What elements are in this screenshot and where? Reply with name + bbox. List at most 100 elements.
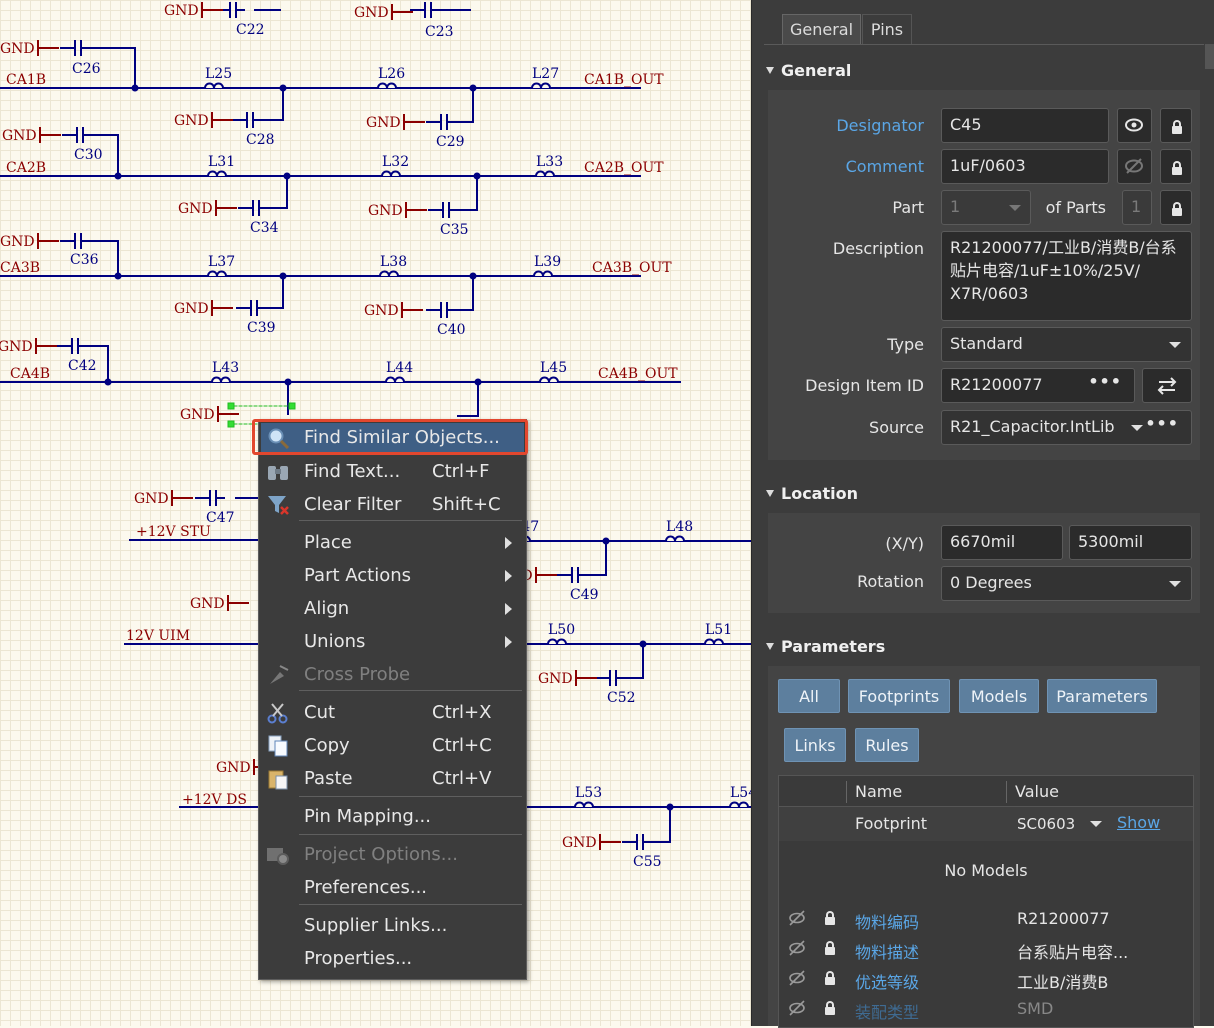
description-field[interactable]: R21200077/工业B/消费B/台系 贴片电容/1uF±10%/25V/ X… <box>941 231 1192 321</box>
parameters-table: Name Value Footprint SC0603 Show No Mode… <box>778 775 1194 1028</box>
menu-item-unions[interactable]: Unions <box>261 627 524 657</box>
footprint-value: SC0603 <box>1017 815 1076 833</box>
y-field[interactable]: 5300mil <box>1069 525 1192 560</box>
part-select[interactable]: 1 <box>941 190 1031 225</box>
comment-field[interactable]: 1uF/0603 <box>941 149 1109 184</box>
of-parts-label: of Parts <box>1045 198 1106 217</box>
parameter-row[interactable]: 优选等级 工业B/消费B <box>779 964 1193 994</box>
column-divider <box>1006 781 1007 803</box>
comment-visibility-button[interactable] <box>1117 149 1152 184</box>
section-location-header[interactable]: Location <box>766 484 858 503</box>
gnd-label: GND <box>538 671 573 687</box>
menu-item-part-actions[interactable]: Part Actions <box>261 561 524 591</box>
source-select[interactable]: R21_Capacitor.IntLib ••• <box>941 410 1192 445</box>
chevron-down-icon[interactable] <box>1090 821 1102 827</box>
capacitor-label: C23 <box>425 24 454 40</box>
eye-hidden-icon[interactable] <box>787 968 807 988</box>
section-parameters-header[interactable]: Parameters <box>766 637 885 656</box>
of-parts-field: 1 <box>1122 190 1152 225</box>
parameter-row[interactable]: 物料编码 R21200077 <box>779 904 1193 934</box>
column-header-name[interactable]: Name <box>855 782 902 801</box>
filter-parameters-button[interactable]: Parameters <box>1047 679 1157 713</box>
menu-item-paste[interactable]: Paste Ctrl+V <box>261 764 524 794</box>
eye-hidden-icon[interactable] <box>787 908 807 928</box>
parameter-row[interactable]: 装配类型 SMD <box>779 994 1193 1024</box>
design-item-id-field[interactable]: R21200077 ••• <box>941 368 1135 403</box>
inductor-symbol <box>203 82 225 90</box>
more-icon[interactable]: ••• <box>1088 372 1122 391</box>
inductor-symbol <box>573 801 595 809</box>
menu-item-label: Supplier Links... <box>304 915 448 936</box>
parameter-row[interactable]: 物料描述 台系贴片电容... <box>779 934 1193 964</box>
inductor-label: L54 <box>730 785 752 801</box>
inductor-label: L32 <box>382 154 409 170</box>
menu-item-shortcut: Ctrl+X <box>432 702 492 723</box>
menu-item-supplier-links[interactable]: Supplier Links... <box>261 911 524 941</box>
visibility-toggle-button[interactable] <box>1117 108 1152 143</box>
rotation-select[interactable]: 0 Degrees <box>941 566 1192 601</box>
net-label: CA2B <box>6 160 46 176</box>
menu-item-label: Project Options... <box>304 844 458 865</box>
type-value: Standard <box>950 334 1023 353</box>
scrollbar-thumb[interactable] <box>1205 44 1214 69</box>
menu-item-place[interactable]: Place <box>261 528 524 558</box>
part-lock-button[interactable] <box>1160 190 1192 225</box>
inductor-label: L27 <box>532 66 559 82</box>
filter-footprints-button[interactable]: Footprints <box>848 679 950 713</box>
menu-item-clear-filter[interactable]: Clear Filter Shift+C <box>261 490 524 520</box>
menu-item-find-text[interactable]: Find Text... Ctrl+F <box>261 457 524 487</box>
column-header-value[interactable]: Value <box>1015 782 1059 801</box>
designator-field[interactable]: C45 <box>941 108 1109 143</box>
lock-icon[interactable] <box>825 1001 835 1015</box>
comment-lock-button[interactable] <box>1160 149 1192 184</box>
design-item-id-value: R21200077 <box>950 375 1043 394</box>
type-select[interactable]: Standard <box>941 327 1192 362</box>
source-label: Source <box>869 418 924 437</box>
filter-models-button[interactable]: Models <box>959 679 1039 713</box>
description-line: R21200077/工业B/消费B/台系 <box>950 238 1177 257</box>
description-line: X7R/0603 <box>950 284 1029 303</box>
inductor-label: L39 <box>534 254 561 270</box>
swap-button[interactable] <box>1142 368 1192 403</box>
parameter-name: 物料编码 <box>855 913 920 932</box>
designator-label: Designator <box>836 116 924 135</box>
eye-hidden-icon[interactable] <box>787 938 807 958</box>
filter-all-button[interactable]: All <box>778 679 840 713</box>
x-field[interactable]: 6670mil <box>941 525 1063 560</box>
inductor-symbol <box>546 638 568 646</box>
designator-lock-button[interactable] <box>1160 108 1192 143</box>
inductor-symbol <box>384 376 406 384</box>
show-link[interactable]: Show <box>1117 813 1160 832</box>
lock-icon[interactable] <box>825 941 835 955</box>
chevron-down-icon <box>1131 425 1143 431</box>
parameter-value: R21200077 <box>1017 909 1110 928</box>
inductor-symbol <box>728 801 750 809</box>
gnd-label: GND <box>562 835 597 851</box>
menu-item-pin-mapping[interactable]: Pin Mapping... <box>261 802 524 832</box>
more-icon[interactable]: ••• <box>1145 414 1179 433</box>
menu-item-properties[interactable]: Properties... <box>261 944 524 974</box>
rotation-value: 0 Degrees <box>950 573 1032 592</box>
xy-label: (X/Y) <box>885 534 924 553</box>
menu-item-cut[interactable]: Cut Ctrl+X <box>261 698 524 728</box>
menu-item-preferences[interactable]: Preferences... <box>261 873 524 903</box>
eye-hidden-icon[interactable] <box>787 998 807 1018</box>
junction-dot <box>639 640 647 648</box>
tab-general[interactable]: General <box>782 14 861 44</box>
tab-pins[interactable]: Pins <box>862 14 912 44</box>
junction-dot <box>474 378 482 386</box>
menu-item-label: Copy <box>304 735 350 756</box>
menu-item-align[interactable]: Align <box>261 594 524 624</box>
part-label: Part <box>892 198 924 217</box>
type-label: Type <box>887 335 924 354</box>
footprint-row[interactable]: Footprint SC0603 Show <box>779 807 1193 841</box>
lock-icon[interactable] <box>825 911 835 925</box>
capacitor-label: C42 <box>68 358 97 374</box>
net-label: 12V UIM <box>126 628 190 644</box>
menu-item-copy[interactable]: Copy Ctrl+C <box>261 731 524 761</box>
section-general-header[interactable]: General <box>766 61 851 80</box>
lock-icon[interactable] <box>825 971 835 985</box>
gnd-label: GND <box>0 234 35 250</box>
filter-links-button[interactable]: Links <box>784 728 846 762</box>
filter-rules-button[interactable]: Rules <box>855 728 919 762</box>
